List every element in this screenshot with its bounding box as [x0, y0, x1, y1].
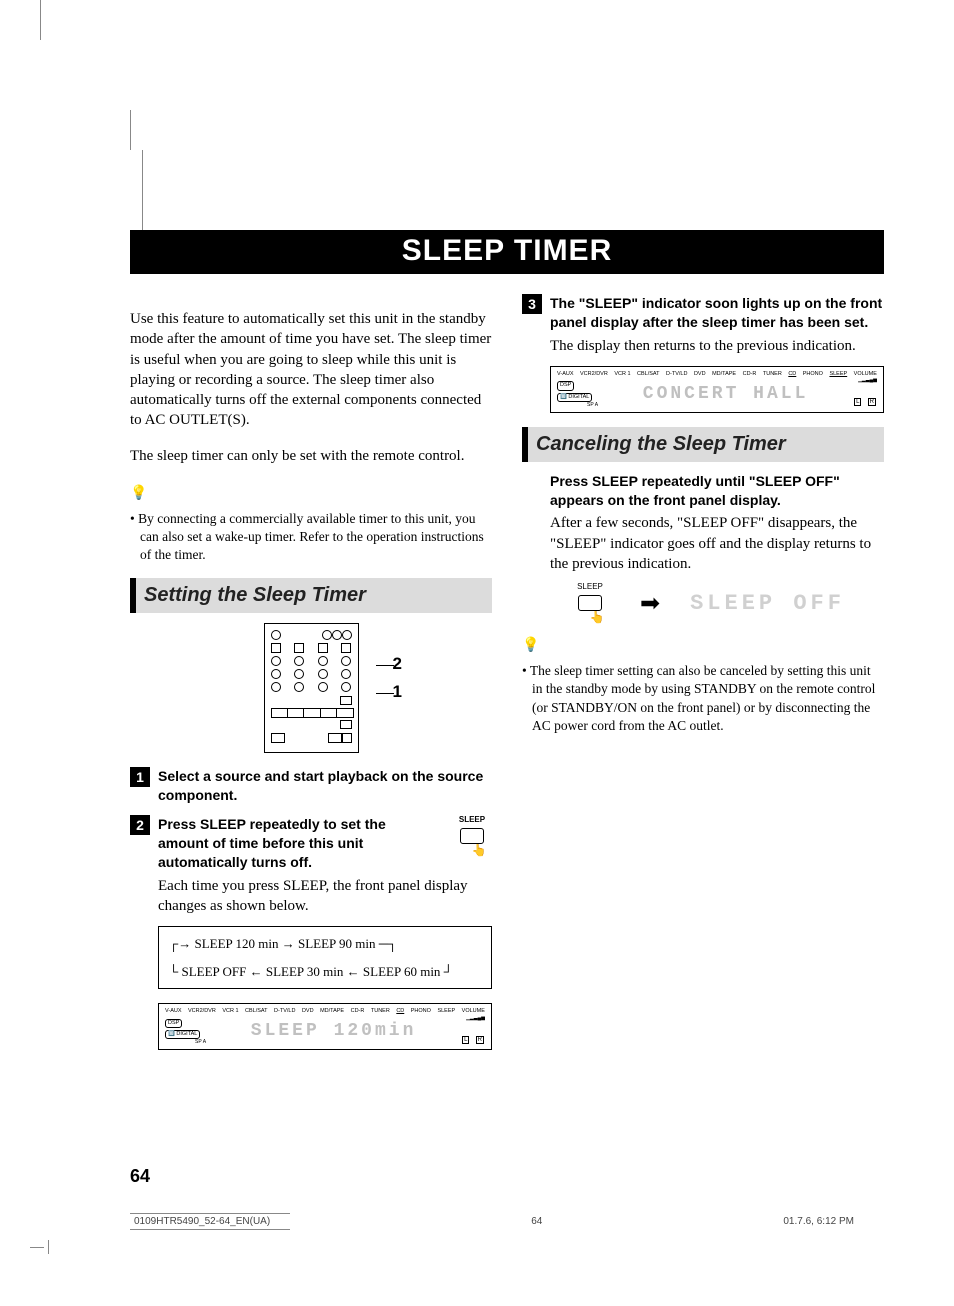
- sleep-button-label: SLEEP: [459, 815, 485, 824]
- step-2-continuation: Each time you press SLEEP, the front pan…: [158, 876, 492, 917]
- tip-icon: 💡: [130, 485, 147, 504]
- l-indicator-2: L: [854, 398, 861, 406]
- cancel-bold: Press SLEEP repeatedly until "SLEEP OFF"…: [550, 472, 884, 510]
- sleep-cycle-figure: ┌→ SLEEP 120 min → SLEEP 90 min ─┐ └ SLE…: [158, 926, 492, 989]
- front-panel-display-1: V-AUX VCR2/DVR VCR 1 CBL/SAT D-TV/LD DVD…: [158, 1003, 492, 1050]
- step-1-text: Select a source and start playback on th…: [158, 767, 492, 805]
- arrow-right-icon: ➡: [640, 588, 660, 620]
- sp-indicator: SP A: [195, 1039, 206, 1046]
- cancel-continuation: After a few seconds, "SLEEP OFF" disappe…: [550, 513, 884, 574]
- footer-mid-page: 64: [531, 1216, 542, 1227]
- press-hand-icon-2: 👆: [584, 609, 610, 625]
- r-indicator-2: R: [868, 398, 876, 406]
- footer-date: 01.7.6, 6:12 PM: [783, 1216, 854, 1227]
- sleep-button-figure: SLEEP 👆: [452, 815, 492, 872]
- dsp-flag: DSP: [165, 1019, 182, 1028]
- step-2-badge: 2: [130, 815, 150, 835]
- cycle-off: SLEEP OFF: [181, 964, 246, 979]
- digital-flag-2: 🔟 DIGITAL: [557, 393, 592, 402]
- step-3-continuation: The display then returns to the previous…: [550, 336, 884, 356]
- digital-flag: 🔟 DIGITAL: [165, 1030, 200, 1039]
- lcd-sleep-off: SLEEP OFF: [690, 589, 845, 619]
- l-indicator: L: [462, 1036, 469, 1044]
- remote-callout-2: 2: [393, 653, 402, 676]
- cancel-heading: Canceling the Sleep Timer: [522, 427, 884, 462]
- front-panel-display-2: V-AUX VCR2/DVR VCR 1 CBL/SAT D-TV/LD DVD…: [550, 366, 884, 413]
- sleep-button-figure-2: SLEEP 👆: [570, 582, 610, 625]
- left-column: Use this feature to automatically set th…: [130, 294, 492, 1060]
- intro-paragraph-2: The sleep timer can only be set with the…: [130, 446, 492, 466]
- step-3-bold: The "SLEEP" indicator soon lights up on …: [550, 295, 882, 330]
- cycle-120: SLEEP 120 min: [194, 936, 278, 951]
- lcd-text-2: CONCERT HALL: [598, 382, 853, 406]
- step-1-badge: 1: [130, 767, 150, 787]
- intro-paragraph-1: Use this feature to automatically set th…: [130, 309, 492, 431]
- cycle-90: SLEEP 90 min: [298, 936, 376, 951]
- r-indicator: R: [476, 1036, 484, 1044]
- step-2-bold: Press SLEEP repeatedly to set the amount…: [158, 815, 436, 872]
- step-3-text: The "SLEEP" indicator soon lights up on …: [550, 294, 884, 356]
- sleep-button-label-2: SLEEP: [577, 582, 603, 591]
- step-3-badge: 3: [522, 294, 542, 314]
- cancel-tip: The sleep timer setting can also be canc…: [522, 662, 884, 735]
- page-title: SLEEP TIMER: [130, 230, 884, 274]
- volume-meter-icon-2: ▁▂▃▄▅: [853, 378, 877, 383]
- sp-indicator-2: SP A: [587, 402, 598, 409]
- dsp-flag-2: DSP: [557, 381, 574, 390]
- press-hand-icon: 👆: [466, 842, 492, 858]
- step-2-text: Press SLEEP repeatedly to set the amount…: [158, 815, 492, 916]
- cycle-60: SLEEP 60 min: [363, 964, 441, 979]
- right-column: 3 The "SLEEP" indicator soon lights up o…: [522, 294, 884, 1060]
- remote-callout-1: 1: [393, 681, 402, 704]
- page-footer: 64 0109HTR5490_52-64_EN(UA) 64 01.7.6, 6…: [130, 1166, 884, 1230]
- lcd-text-1: SLEEP 120min: [206, 1019, 461, 1043]
- tip-icon-2: 💡: [522, 637, 539, 656]
- page-number: 64: [130, 1166, 884, 1187]
- intro-tip: By connecting a commercially available t…: [130, 510, 492, 565]
- footer-filename: 0109HTR5490_52-64_EN(UA): [130, 1213, 290, 1230]
- volume-meter-icon: ▁▂▃▄▅: [461, 1016, 485, 1021]
- remote-control-figure: [264, 623, 359, 753]
- cycle-30: SLEEP 30 min: [266, 964, 344, 979]
- setting-heading: Setting the Sleep Timer: [130, 578, 492, 613]
